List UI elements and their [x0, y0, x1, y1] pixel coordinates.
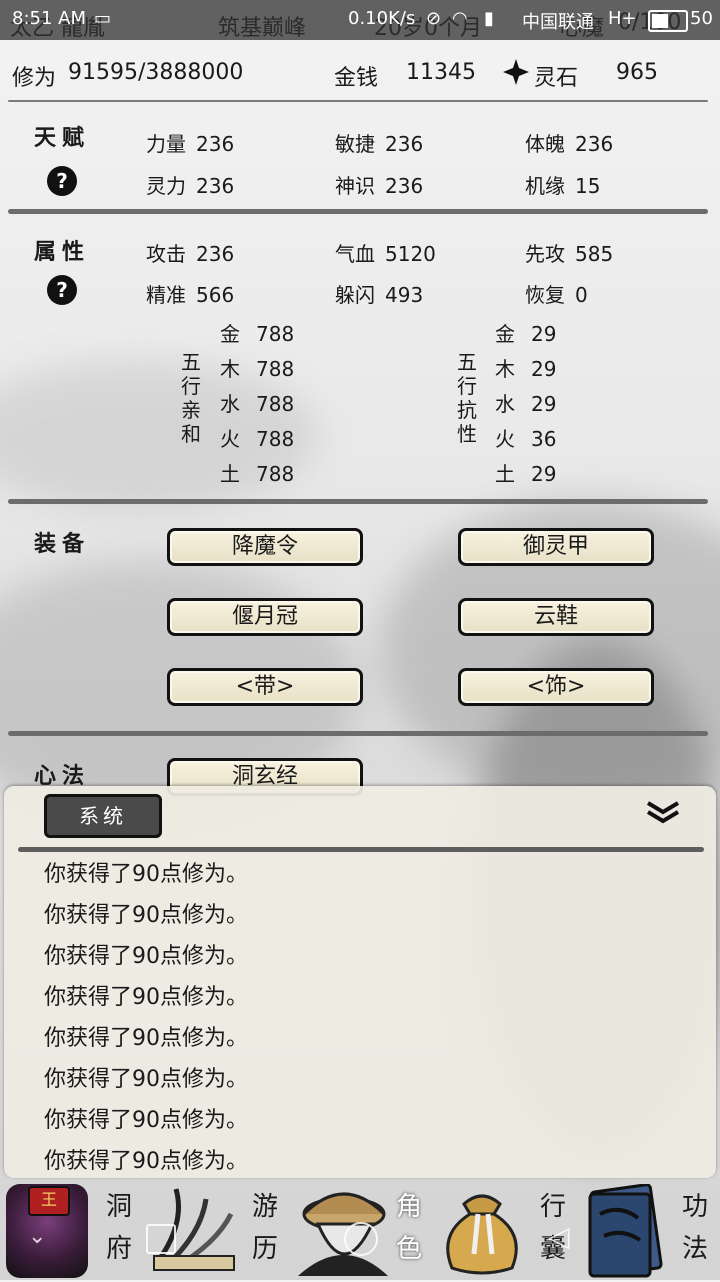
resistance-label: 五行抗性: [457, 350, 477, 446]
nav-label-bag[interactable]: 行囊: [538, 1186, 568, 1270]
battery-icon: [648, 10, 688, 32]
equip-boots-button[interactable]: 云鞋: [458, 598, 654, 636]
equipment-title: 装备: [34, 531, 91, 557]
divider: [8, 499, 708, 504]
status-bar: 8:51 AM ▭ 0.10K/s ⊘ ◠ ▮ 中国联通 H+ 50: [0, 0, 720, 40]
talent-stat-strength: 力量 236: [146, 132, 235, 156]
nav-label-manual[interactable]: 功法: [680, 1186, 710, 1270]
attr-accuracy: 精准 566: [146, 283, 235, 307]
affinity-earth: 土 788: [220, 462, 295, 486]
battery-level: 50: [690, 8, 713, 29]
affinity-label: 五行亲和: [181, 350, 201, 446]
nav-label-cave[interactable]: 洞府: [104, 1186, 134, 1270]
attr-attack: 攻击 236: [146, 242, 235, 266]
talent-stat-sense: 神识 236: [335, 174, 424, 198]
cave-icon[interactable]: 王: [6, 1184, 88, 1278]
collapse-icon[interactable]: [646, 800, 680, 826]
divider: [8, 100, 708, 102]
equip-accessory-button[interactable]: <饰>: [458, 668, 654, 706]
cultivation-label: 修为: [12, 66, 57, 91]
resist-earth: 土 29: [495, 462, 557, 486]
cultivation-value: 91595/3888000: [68, 60, 244, 85]
resist-metal: 金 29: [495, 322, 557, 346]
talent-help-icon[interactable]: ?: [47, 166, 77, 196]
log-divider: [18, 847, 704, 852]
manual-icon[interactable]: [582, 1183, 666, 1278]
talent-stat-physique: 体魄 236: [525, 132, 614, 156]
talent-stat-luck: 机缘 15: [525, 174, 601, 198]
notification-icon: ▭: [94, 8, 112, 29]
bag-icon[interactable]: [434, 1184, 530, 1276]
attr-hp: 气血 5120: [335, 242, 436, 266]
log-line: 你获得了90点修为。: [44, 1026, 248, 1051]
resist-wood: 木 29: [495, 357, 557, 381]
log-line: 你获得了90点修为。: [44, 1108, 248, 1133]
affinity-wood: 木 788: [220, 357, 295, 381]
attr-dodge: 躲闪 493: [335, 283, 424, 307]
wifi-icon: ◠: [452, 8, 468, 29]
spirit-stone-value: 965: [616, 60, 658, 85]
attr-initiative: 先攻 585: [525, 242, 614, 266]
network-speed: 0.10K/s: [348, 8, 416, 29]
affinity-water: 水 788: [220, 392, 295, 416]
log-line: 你获得了90点修为。: [44, 903, 248, 928]
travel-icon[interactable]: [146, 1184, 240, 1274]
log-line: 你获得了90点修为。: [44, 1149, 248, 1174]
network-type: H+: [608, 8, 637, 29]
bottom-nav: 王 洞府 游历 角色 行囊 功法: [0, 1178, 720, 1280]
carrier-name: 中国联通: [522, 12, 594, 33]
tab-system[interactable]: 系统: [44, 794, 162, 838]
attr-recovery: 恢复 0: [525, 283, 588, 307]
money-value: 11345: [406, 60, 476, 85]
signal-icon: ▮: [484, 8, 494, 29]
log-line: 你获得了90点修为。: [44, 944, 248, 969]
mute-icon: ⊘: [426, 8, 442, 29]
resources-row: 修为 91595/3888000 金钱 11345 灵石 965: [0, 50, 720, 100]
log-line: 你获得了90点修为。: [44, 1067, 248, 1092]
log-list: 你获得了90点修为。 你获得了90点修为。 你获得了90点修为。 你获得了90点…: [44, 854, 248, 1178]
status-time: 8:51 AM: [12, 8, 86, 29]
equip-armor-button[interactable]: 御灵甲: [458, 528, 654, 566]
spirit-stone-label: 灵石: [534, 66, 579, 91]
equip-weapon-button[interactable]: 降魔令: [167, 528, 363, 566]
affinity-metal: 金 788: [220, 322, 295, 346]
nav-label-character[interactable]: 角色: [394, 1186, 424, 1270]
equip-belt-button[interactable]: <带>: [167, 668, 363, 706]
spirit-stone-icon: [502, 58, 530, 92]
attributes-title: 属性: [34, 239, 91, 265]
divider: [8, 209, 708, 214]
character-icon[interactable]: [298, 1184, 388, 1276]
resist-water: 水 29: [495, 392, 557, 416]
resist-fire: 火 36: [495, 427, 557, 451]
log-line: 你获得了90点修为。: [44, 862, 248, 887]
talent-stat-agility: 敏捷 236: [335, 132, 424, 156]
money-label: 金钱: [334, 66, 379, 91]
talent-title: 天赋: [34, 125, 91, 151]
talent-stat-spirit: 灵力 236: [146, 174, 235, 198]
affinity-fire: 火 788: [220, 427, 295, 451]
equip-helmet-button[interactable]: 偃月冠: [167, 598, 363, 636]
attributes-help-icon[interactable]: ?: [47, 275, 77, 305]
log-line: 你获得了90点修为。: [44, 985, 248, 1010]
cave-badge: 王: [28, 1186, 70, 1216]
divider: [8, 731, 708, 736]
nav-label-travel[interactable]: 游历: [250, 1186, 280, 1270]
system-log-panel: 系统 你获得了90点修为。 你获得了90点修为。 你获得了90点修为。 你获得了…: [4, 786, 716, 1178]
